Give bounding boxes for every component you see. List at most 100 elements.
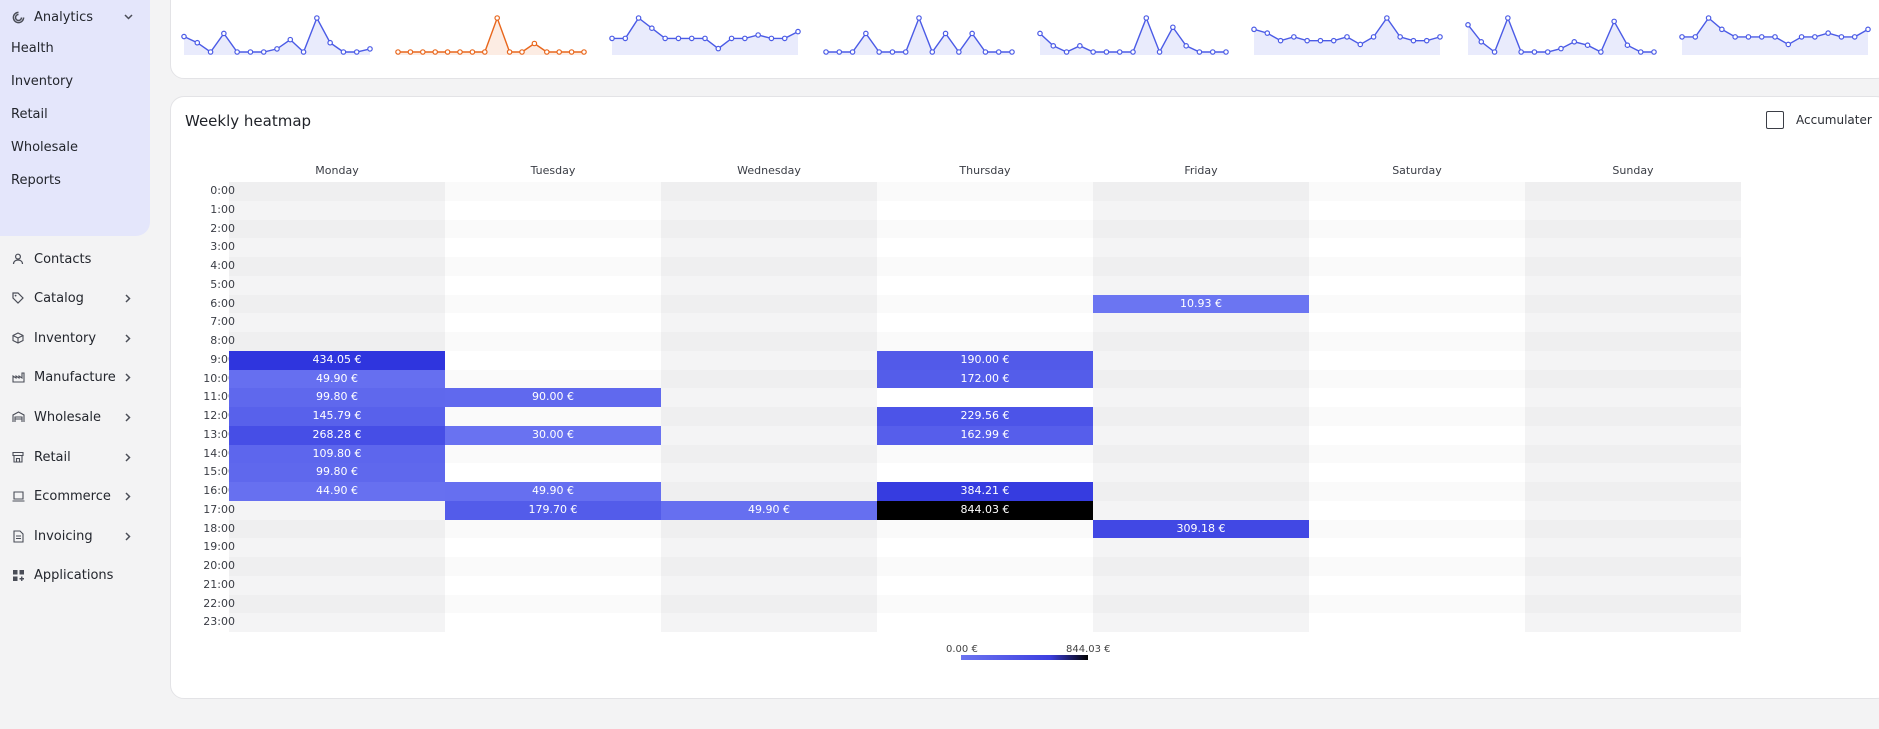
hour-label: 4:00	[210, 259, 235, 272]
heatmap-cell[interactable]: 49.90 €	[229, 369, 445, 389]
sidebar-item-manufacture[interactable]: Manufacture	[0, 362, 150, 392]
sparkline-point	[1651, 49, 1657, 55]
heatmap-cell[interactable]: 434.05 €	[229, 350, 445, 370]
heatmap-cell[interactable]: 49.90 €	[661, 500, 877, 520]
sparkline-point	[327, 39, 333, 46]
row-stripe	[229, 332, 1741, 351]
sidebar-item-ecommerce[interactable]: Ecommerce	[0, 481, 150, 511]
sidebar-subitem-reports[interactable]: Reports	[11, 173, 61, 188]
sidebar-subitem-retail[interactable]: Retail	[11, 107, 48, 122]
sparkline-point	[457, 49, 463, 55]
hour-label: 10:00	[203, 371, 235, 385]
sidebar-item-inventory[interactable]: Inventory	[0, 323, 150, 353]
apps-icon	[11, 568, 25, 582]
sidebar-item-label: Retail	[34, 449, 71, 465]
heatmap-cell[interactable]: 99.80 €	[229, 388, 445, 407]
day-header: Wednesday	[737, 164, 801, 177]
row-stripe	[229, 257, 1741, 276]
row-stripe	[229, 595, 1741, 614]
sparkline-point	[1384, 15, 1390, 21]
sparkline-point	[1544, 49, 1551, 55]
sparkline-point	[194, 39, 201, 46]
sparkline-point	[728, 35, 735, 42]
accumulate-toggle[interactable]: Accumulater	[1766, 111, 1872, 129]
hour-label: 15:00	[203, 465, 235, 479]
legend-min-label: 0.00 €	[946, 644, 978, 655]
box-icon	[11, 331, 25, 345]
row-stripe	[229, 520, 1741, 539]
sidebar-subitem-inventory[interactable]: Inventory	[11, 74, 73, 89]
row-stripe	[229, 295, 1741, 314]
sparkline-point	[247, 49, 254, 55]
sidebar-item-contacts[interactable]: Contacts	[0, 244, 150, 274]
heatmap-cell[interactable]: 162.99 €	[877, 425, 1093, 445]
chevron-right-icon	[122, 333, 134, 343]
hour-label: 19:00	[203, 540, 235, 554]
sparkline-point	[260, 49, 267, 55]
chevron-right-icon	[122, 372, 134, 382]
sparkline-point	[902, 49, 909, 55]
sparkline-point	[1637, 49, 1644, 55]
sparkline-point	[1130, 49, 1136, 55]
sparkline-point	[742, 35, 748, 42]
sparkline-point	[1758, 34, 1765, 40]
heatmap-cell[interactable]: 99.80 €	[229, 463, 445, 482]
sidebar-item-label: Manufacture	[34, 369, 116, 385]
heatmap-cell[interactable]: 30.00 €	[445, 425, 661, 445]
sparkline-point	[1571, 38, 1578, 45]
hour-label: 14:00	[203, 446, 235, 460]
heatmap-cell[interactable]: 49.90 €	[445, 482, 661, 501]
analytics-icon	[11, 10, 25, 24]
heatmap-cell[interactable]: 145.79 €	[229, 407, 445, 426]
heatmap-cell[interactable]: 844.03 €	[877, 500, 1093, 520]
accumulate-checkbox[interactable]	[1766, 111, 1784, 129]
sparkline-point	[581, 49, 587, 55]
sparkline-point	[506, 49, 513, 55]
heatmap-cell[interactable]: 309.18 €	[1093, 519, 1309, 539]
heatmap-cell[interactable]: 90.00 €	[445, 388, 661, 407]
sidebar-item-catalog[interactable]: Catalog	[0, 283, 150, 313]
heatmap-cell[interactable]: 44.90 €	[229, 482, 445, 501]
sparkline-point	[1410, 37, 1417, 44]
sparkline-point	[1624, 42, 1631, 49]
sidebar-item-invoicing[interactable]: Invoicing	[0, 521, 150, 551]
sparkline-point	[942, 30, 949, 37]
sparkline-point	[1719, 26, 1725, 33]
heatmap-cell[interactable]: 109.80 €	[229, 444, 445, 464]
sidebar-item-label: Ecommerce	[34, 488, 111, 504]
sparkline-point	[622, 35, 629, 42]
heatmap-cell[interactable]: 10.93 €	[1093, 294, 1309, 314]
store-icon	[11, 450, 25, 464]
sparkline-point	[1505, 15, 1511, 21]
sparkline-point	[1170, 24, 1176, 31]
sidebar-item-label: Catalog	[34, 290, 84, 306]
sparkline-point	[1825, 30, 1831, 36]
sidebar-item-applications[interactable]: Applications	[0, 560, 150, 590]
hour-label: 16:00	[203, 484, 235, 497]
sidebar-item-wholesale[interactable]: Wholesale	[0, 402, 150, 432]
card-title: Weekly heatmap	[185, 112, 312, 130]
heatmap-cell[interactable]: 172.00 €	[877, 369, 1093, 389]
hour-label: 18:00	[203, 521, 235, 535]
hour-label: 17:00	[203, 502, 235, 516]
sidebar-subitem-health[interactable]: Health	[11, 41, 54, 56]
sparkline-point	[1050, 43, 1057, 49]
sparkline-point	[635, 15, 642, 21]
heatmap-cell[interactable]: 179.70 €	[445, 500, 661, 520]
sparkline-point	[419, 49, 426, 55]
sparkline-point	[1357, 41, 1364, 48]
sparkline-chart	[1465, 15, 1657, 55]
heatmap-cell[interactable]: 229.56 €	[877, 407, 1093, 426]
heatmap-cell[interactable]: 268.28 €	[229, 425, 445, 445]
sidebar-item-analytics[interactable]: Analytics	[0, 2, 150, 32]
sparkline-point	[1798, 34, 1805, 40]
factory-icon	[11, 370, 25, 384]
sidebar-subitem-wholesale[interactable]: Wholesale	[11, 140, 78, 155]
sparkline-point	[1330, 37, 1337, 44]
heatmap-cell[interactable]: 190.00 €	[877, 350, 1093, 370]
sparkline-point	[715, 45, 722, 52]
heatmap-cell[interactable]: 384.21 €	[877, 482, 1093, 501]
sidebar-item-retail[interactable]: Retail	[0, 442, 150, 472]
sparkline-point	[1209, 49, 1216, 55]
chevron-right-icon	[122, 531, 134, 541]
